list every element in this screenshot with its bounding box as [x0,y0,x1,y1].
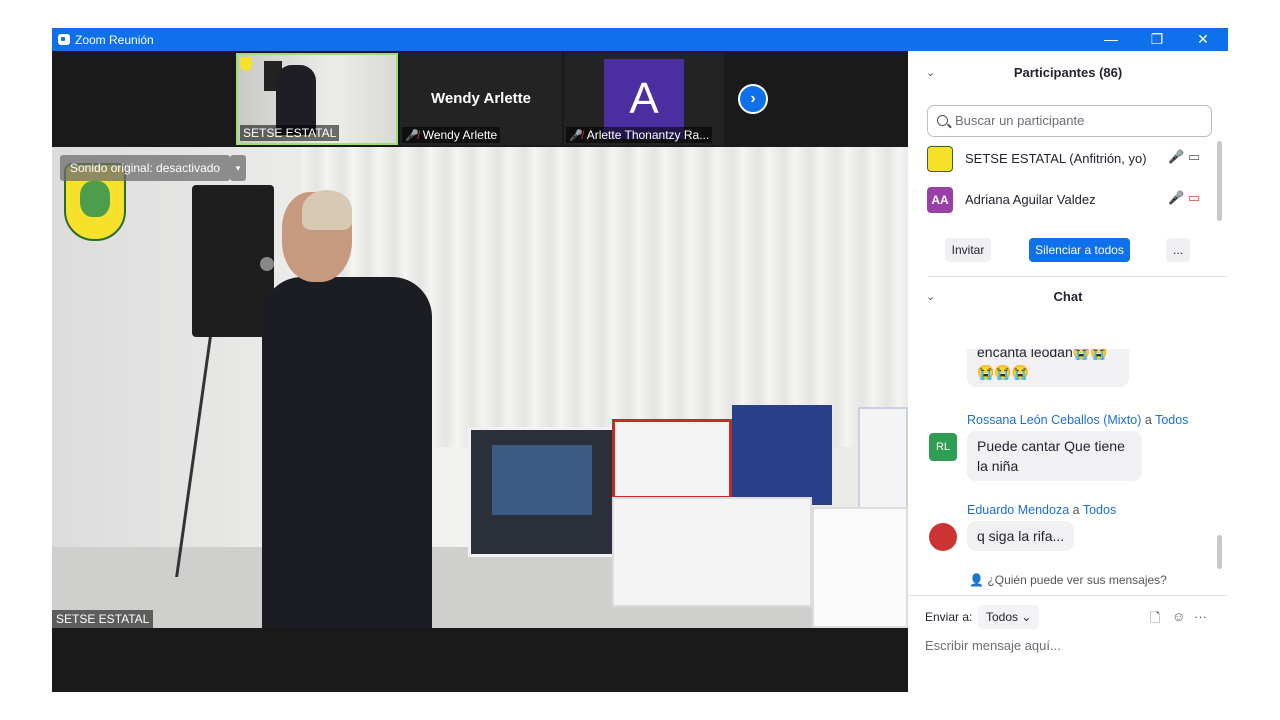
next-page-button[interactable]: › [738,84,768,114]
minimize-button[interactable]: — [1088,28,1134,51]
mic-muted-icon: 🎤̸ [405,130,419,142]
more-options-button[interactable]: ... [1166,238,1190,262]
file-icon[interactable]: 🗋 [1150,609,1160,631]
send-to-dropdown[interactable]: Todos ⌄ [978,605,1040,629]
chat-scrollbar[interactable] [1217,535,1222,569]
thumbnail-arlette[interactable]: A 🎤̸ Arlette Thonantzy Ra... [564,53,724,145]
thumbnail-display-name: Wendy Arlette [430,90,532,107]
send-to-label: Enviar a: [925,610,973,624]
chat-message-line: q siga la rifa... [977,528,1065,544]
thumbnail-strip: SETSE ESTATAL Wendy Arlette 🎤̸ Wendy Arle… [52,51,908,147]
search-placeholder: Buscar un participante [955,113,1085,128]
tv-screen-shape [492,445,592,515]
who-can-see-link[interactable]: 👤 ¿Quién puede ver sus mensajes? [908,573,1228,587]
zoom-logo-icon [58,34,70,45]
chat-input-divider [908,595,1228,596]
who-can-see-text: ¿Quién puede ver sus mensajes? [987,573,1167,587]
avatar: RL [929,433,957,461]
avatar [929,523,957,551]
blender-box-shape [732,405,832,505]
pot-box-shape [612,419,732,499]
sender-to-word: a [1144,413,1152,427]
invite-button[interactable]: Invitar [945,238,991,262]
singer-body-shape [262,277,432,628]
cookware-box-shape [612,497,812,607]
chat-message: Puede cantar Que tiene la niña [967,431,1142,481]
send-to-value: Todos [986,610,1019,624]
sender-name[interactable]: Eduardo Mendoza [967,503,1069,517]
participants-collapse-icon[interactable]: ⌄ [926,53,935,93]
thumbnail-name-wrap: 🎤̸ Arlette Thonantzy Ra... [566,127,713,143]
original-sound-status[interactable]: Sonido original: desactivado [60,155,231,181]
microwave-box-shape [812,507,908,628]
chat-header: ⌄ Chat [908,277,1228,317]
zoom-window: Zoom Reunión — ❐ ✕ SETSE ESTATAL Wendy A… [52,28,1228,692]
chat-messages: encanta leodan😭😭 😭😭😭 Rossana León Ceball… [908,349,1228,571]
close-button[interactable]: ✕ [1180,28,1226,51]
thumbnail-setse[interactable]: SETSE ESTATAL [236,53,398,145]
chat-message-line: Puede cantar Que tiene [977,438,1125,454]
restore-button[interactable]: ❐ [1134,28,1180,51]
participant-name: SETSE ESTATAL (Anfitrión, yo) [965,151,1147,166]
side-panel: ⌄ Participantes (86) Buscar un participa… [908,51,1228,692]
chat-sender: Rossana León Ceballos (Mixto) a Todos [967,413,1188,427]
chat-message: encanta leodan😭😭 😭😭😭 [967,349,1129,387]
chat-message: q siga la rifa... [967,521,1075,551]
main-video: Sonido original: desactivado ▾ SETSE EST… [52,147,908,628]
participant-row[interactable]: SETSE ESTATAL (Anfitrión, yo) 🎤 ▭ [908,139,1218,179]
title-bar: Zoom Reunión — ❐ ✕ [52,28,1228,51]
chat-message-line: encanta leodan😭😭 [977,349,1108,360]
recipient-name[interactable]: Todos [1155,413,1188,427]
participants-title: Participantes (86) [1013,65,1123,80]
video-camera-off-icon[interactable]: ▭ [1188,190,1200,206]
thumbnail-name: SETSE ESTATAL [240,125,340,141]
sender-to-word: a [1072,503,1080,517]
microphone-shape [260,257,274,271]
microphone-icon[interactable]: 🎤 [1168,149,1184,165]
chat-message-line: la niña [977,458,1019,474]
chat-collapse-icon[interactable]: ⌄ [926,277,935,317]
participant-search-input[interactable]: Buscar un participante [927,105,1212,137]
original-sound-dropdown[interactable]: ▾ [230,155,246,181]
singer-hair-shape [302,190,352,230]
setse-logo-avatar [927,146,953,172]
mic-muted-icon: 🎤̸ [569,130,583,142]
thumbnail-name: Arlette Thonantzy Ra... [586,128,710,142]
sender-name[interactable]: Rossana León Ceballos (Mixto) [967,413,1141,427]
avatar: AA [927,187,953,213]
participants-header: ⌄ Participantes (86) [908,53,1228,93]
search-icon [937,115,948,126]
chat-title: Chat [1053,289,1083,304]
thumbnail-logo-icon [240,57,252,71]
chat-message-line: 😭😭😭 [977,364,1030,380]
chat-sender: Eduardo Mendoza a Todos [967,503,1116,517]
video-camera-icon[interactable]: ▭ [1188,149,1200,165]
thumbnail-name: Wendy Arlette [422,128,498,142]
thumbnail-name-wrap: 🎤̸ Wendy Arlette [402,127,501,143]
recipient-name[interactable]: Todos [1083,503,1116,517]
participant-name: Adriana Aguilar Valdez [965,192,1096,207]
chat-message-input[interactable]: Escribir mensaje aquí... [925,638,1061,653]
emoji-icon[interactable]: ☺ [1172,609,1185,624]
chevron-down-icon: ⌄ [1021,610,1032,624]
participants-scrollbar[interactable] [1217,141,1222,221]
singer-shape [242,190,442,628]
thumbnail-wendy[interactable]: Wendy Arlette 🎤̸ Wendy Arlette [400,53,562,145]
meeting-area: SETSE ESTATAL Wendy Arlette 🎤̸ Wendy Arle… [52,51,908,692]
participant-row[interactable]: AA Adriana Aguilar Valdez 🎤 ▭ [908,180,1218,220]
more-icon[interactable]: ··· [1194,609,1207,624]
microphone-muted-icon[interactable]: 🎤 [1168,190,1184,206]
mute-all-button[interactable]: Silenciar a todos [1029,238,1130,262]
window-title: Zoom Reunión [75,33,154,47]
video-speaker-name: SETSE ESTATAL [52,610,154,628]
person-info-icon: 👤 [969,573,985,587]
